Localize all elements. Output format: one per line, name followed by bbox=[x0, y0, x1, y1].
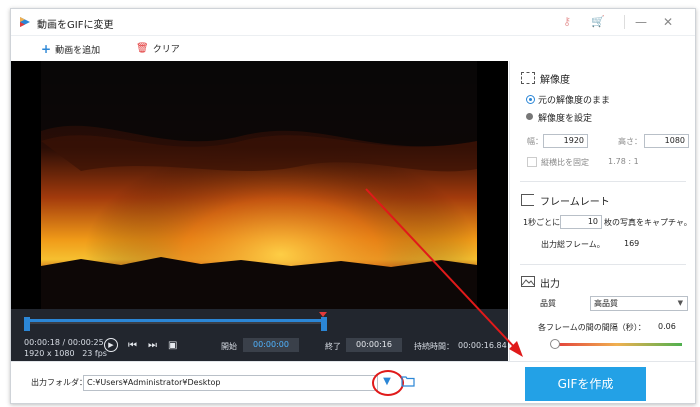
section-divider bbox=[520, 264, 686, 265]
close-icon[interactable]: ✕ bbox=[660, 14, 676, 30]
end-time-field[interactable]: 00:00:16 bbox=[346, 338, 402, 352]
framerate-icon bbox=[521, 194, 534, 206]
quality-value: 高品質 bbox=[594, 299, 618, 308]
output-title: 出力 bbox=[540, 279, 560, 290]
annotation-circle bbox=[372, 370, 404, 396]
play-icon[interactable]: ▶ bbox=[104, 338, 118, 352]
height-field[interactable]: 1080 bbox=[644, 134, 689, 148]
time-readout: 00:00:18 / 00:00:25 bbox=[24, 338, 104, 347]
timeline-selection bbox=[26, 319, 326, 322]
start-handle[interactable] bbox=[24, 317, 30, 331]
settings-panel: 解像度 元の解像度のまま 解像度を設定 幅： 1920 高さ： 1080 縦横比… bbox=[509, 61, 695, 361]
width-field[interactable]: 1920 bbox=[543, 134, 588, 148]
start-label: 開始 bbox=[221, 342, 237, 351]
output-image-icon bbox=[521, 276, 535, 287]
per-second-prefix: 1秒ごとに bbox=[523, 218, 561, 227]
clear-button[interactable]: 🗑 クリア bbox=[136, 42, 180, 55]
skip-forward-icon[interactable]: ⏭ bbox=[148, 340, 157, 351]
app-logo-icon bbox=[20, 17, 30, 27]
aspect-checkbox[interactable] bbox=[527, 157, 537, 167]
current-time: 00:00:18 bbox=[24, 338, 60, 347]
width-label: 幅： bbox=[527, 137, 543, 146]
snapshot-icon[interactable]: ▣ bbox=[168, 340, 177, 351]
title-bar: 動画をGIFに変更 ⚷ 🛒 — ✕ bbox=[11, 9, 695, 36]
skip-back-icon[interactable]: ⏮ bbox=[128, 340, 137, 351]
output-folder-field[interactable]: C:¥Users¥Administrator¥Desktop bbox=[83, 375, 378, 391]
total-frames-label: 出力総フレーム。 bbox=[541, 240, 605, 249]
quality-label: 品質 bbox=[540, 299, 556, 308]
set-resolution-label[interactable]: 解像度を設定 bbox=[538, 111, 592, 124]
start-time-field[interactable]: 00:00:00 bbox=[243, 338, 299, 352]
title-divider bbox=[624, 15, 625, 29]
aspect-label: 縦横比を固定 bbox=[541, 158, 589, 167]
time-separator: / bbox=[62, 338, 66, 347]
video-preview[interactable] bbox=[11, 61, 508, 309]
resolution-title: 解像度 bbox=[540, 75, 570, 86]
add-video-label: 動画を追加 bbox=[55, 45, 101, 56]
chevron-down-icon: ▼ bbox=[677, 299, 683, 307]
quality-select[interactable]: 高品質 ▼ bbox=[590, 296, 688, 311]
end-handle[interactable] bbox=[321, 317, 327, 331]
cart-icon[interactable]: 🛒 bbox=[591, 15, 605, 29]
timeline-controls: 00:00:18 / 00:00:25 1920 x 1080 23 fps ▶… bbox=[11, 309, 508, 361]
interval-slider[interactable] bbox=[552, 343, 682, 346]
trash-icon: 🗑 bbox=[136, 43, 149, 54]
total-time: 00:00:25 bbox=[67, 338, 104, 347]
frames-per-second-field[interactable]: 10 bbox=[560, 215, 602, 229]
add-video-button[interactable]: + 動画を追加 bbox=[41, 42, 100, 56]
minimize-icon[interactable]: — bbox=[633, 14, 649, 30]
bottom-bar: 出力フォルダ： C:¥Users¥Administrator¥Desktop ▼… bbox=[11, 361, 695, 403]
window-title: 動画をGIFに変更 bbox=[37, 20, 114, 31]
per-second-suffix: 枚の写真をキャプチャ。 bbox=[604, 218, 692, 227]
app-window: 動画をGIFに変更 ⚷ 🛒 — ✕ + 動画を追加 🗑 クリア 00:00:18… bbox=[10, 8, 696, 404]
duration-value: 00:00:16.84 bbox=[458, 341, 507, 350]
plus-icon: + bbox=[41, 42, 52, 56]
toolbar: + 動画を追加 🗑 クリア bbox=[11, 36, 695, 62]
section-divider bbox=[520, 181, 686, 182]
output-folder-label: 出力フォルダ： bbox=[31, 378, 87, 387]
open-folder-icon[interactable] bbox=[401, 375, 415, 387]
playhead-marker[interactable] bbox=[319, 312, 327, 317]
aspect-value: 1.78 : 1 bbox=[608, 157, 639, 166]
resolution-icon bbox=[521, 72, 535, 84]
interval-value: 0.06 bbox=[658, 322, 676, 331]
fps-info: 23 fps bbox=[82, 349, 107, 358]
keep-original-radio[interactable] bbox=[526, 95, 535, 104]
create-gif-button[interactable]: GIFを作成 bbox=[525, 367, 646, 401]
duration-label: 持続時間： bbox=[414, 342, 454, 351]
interval-slider-knob[interactable] bbox=[550, 339, 560, 349]
video-info: 1920 x 1080 23 fps bbox=[24, 349, 107, 358]
end-label: 終了 bbox=[325, 342, 341, 351]
keep-original-label[interactable]: 元の解像度のまま bbox=[538, 93, 610, 106]
total-frames-value: 169 bbox=[624, 239, 640, 248]
clear-label: クリア bbox=[152, 45, 180, 55]
video-frame bbox=[41, 61, 477, 309]
key-icon[interactable]: ⚷ bbox=[560, 15, 574, 29]
set-resolution-radio[interactable] bbox=[526, 113, 533, 120]
interval-label: 各フレームの間の間隔（秒）： bbox=[538, 323, 646, 332]
height-label: 高さ： bbox=[618, 137, 642, 146]
framerate-title: フレームレート bbox=[540, 197, 610, 208]
resolution-info: 1920 x 1080 bbox=[24, 349, 75, 358]
